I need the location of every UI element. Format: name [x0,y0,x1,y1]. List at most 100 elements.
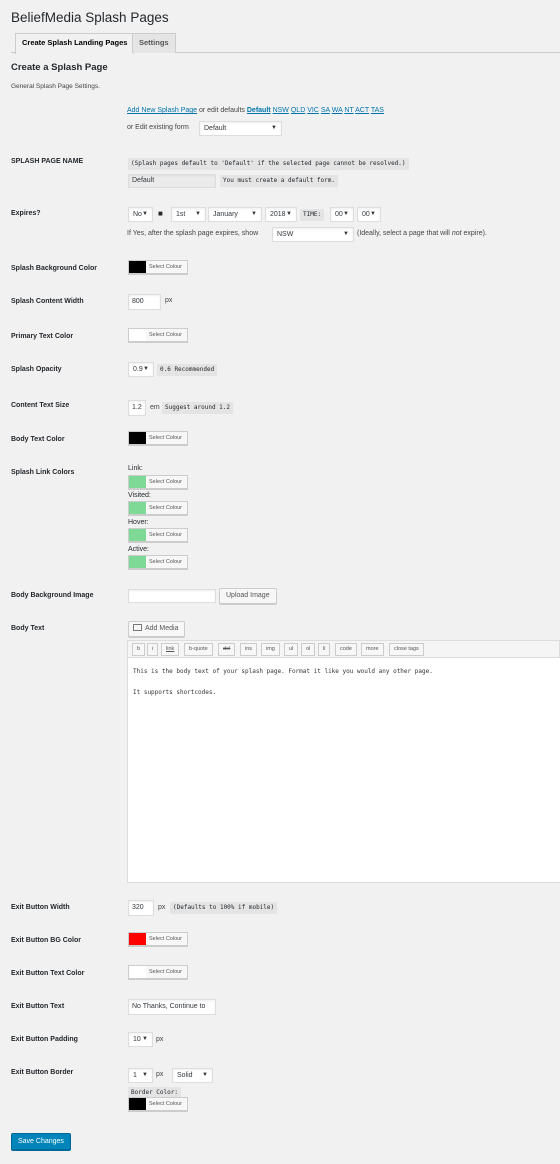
label-opacity: Splash Opacity [11,366,62,373]
color-swatch [129,933,146,945]
bg-color-picker[interactable]: Select Colour [128,260,188,274]
add-media-button[interactable]: Add Media [128,621,186,637]
color-swatch [129,432,146,444]
opacity-note: 0.6 Recommended [157,364,218,376]
border-style-select[interactable]: Solid ▼ [172,1068,213,1083]
label-exit-width: Exit Button Width [11,904,70,911]
color-swatch [129,556,146,568]
label-body-text-color: Body Text Color [11,436,65,443]
qt-close-tags[interactable]: close tags [389,643,424,656]
border-width-select[interactable]: 1 ▼ [128,1068,153,1083]
active-color-picker[interactable]: Select Colour [128,555,188,569]
exit-bg-color-picker[interactable]: Select Colour [128,932,188,946]
splash-name-input[interactable]: Default [128,174,216,188]
state-link-nt[interactable]: NT [344,107,353,114]
chevron-down-icon: ▼ [143,366,149,372]
separator-square-icon: ■ [158,209,163,218]
chevron-down-icon: ▼ [142,1036,148,1042]
chevron-down-icon: ▼ [251,211,257,217]
default-link[interactable]: Default [247,107,271,114]
save-changes-button[interactable]: Save Changes [11,1133,71,1150]
state-link-tas[interactable]: TAS [371,107,384,114]
chevron-down-icon: ▼ [142,211,148,217]
name-warning: You must create a default form. [220,175,338,187]
add-new-splash-link[interactable]: Add New Splash Page [127,107,197,114]
state-link-vic[interactable]: VIC [307,107,319,114]
expires-year-select[interactable]: 2018 ▼ [265,207,297,222]
link-color-picker[interactable]: Select Colour [128,475,188,489]
edit-existing-text: or Edit existing form [127,124,189,131]
name-note: (Splash pages default to 'Default' if th… [128,158,409,170]
label-exit-bg: Exit Button BG Color [11,937,81,944]
qt-blockquote[interactable]: b-quote [184,643,213,656]
state-link-wa[interactable]: WA [332,107,343,114]
qt-more[interactable]: more [361,643,384,656]
tab-create-splash-pages[interactable]: Create Splash Landing Pages [15,33,135,54]
state-link-nsw[interactable]: NSW [273,107,289,114]
upload-image-button[interactable]: Upload Image [219,588,277,604]
expires-after-select[interactable]: NSW ▼ [272,227,354,242]
label-bg-color: Splash Background Color [11,265,97,272]
chevron-down-icon: ▼ [202,1072,208,1078]
body-text-editor[interactable]: This is the body text of your splash pag… [127,657,560,883]
expires-day-select[interactable]: 1st ▼ [171,207,206,222]
exit-text-input[interactable]: No Thanks, Continue to [128,999,216,1015]
color-swatch [129,529,146,541]
qt-italic[interactable]: i [147,643,159,656]
content-width-input[interactable]: 800 [128,294,161,310]
app-title: BeliefMedia Splash Pages [11,10,169,25]
text-size-note: Suggest around 1.2 [162,402,234,414]
visited-color-picker[interactable]: Select Colour [128,501,188,515]
color-swatch [129,1098,146,1110]
time-label: TIME: [300,209,325,221]
label-exit-text: Exit Button Text [11,1003,65,1010]
exit-padding-select[interactable]: 10 ▼ [128,1032,153,1047]
expires-month-select[interactable]: January ▼ [208,207,262,222]
bg-image-input[interactable] [128,589,216,603]
border-width-unit: px [156,1071,164,1078]
qt-link[interactable]: link [161,643,180,656]
qt-ol[interactable]: ol [301,643,316,656]
expires-minute-select[interactable]: 00 ▼ [357,207,381,222]
qt-li[interactable]: li [318,643,331,656]
state-link-qld[interactable]: QLD [291,107,305,114]
chevron-down-icon: ▼ [286,211,292,217]
exit-width-input[interactable]: 320 [128,900,154,916]
tab-settings[interactable]: Settings [132,33,176,53]
qt-ins[interactable]: ins [240,643,258,656]
expires-hint: (Ideally, select a page that will not ex… [357,230,487,237]
border-color-picker[interactable]: Select Colour [128,1097,188,1111]
exit-width-unit: px [158,904,166,911]
visited-label: Visited: [128,492,151,499]
chevron-down-icon: ▼ [271,125,277,131]
expires-hour-select[interactable]: 00 ▼ [330,207,354,222]
existing-form-select[interactable]: Default ▼ [199,121,282,136]
qt-code[interactable]: code [335,643,357,656]
state-link-sa[interactable]: SA [321,107,330,114]
qt-del[interactable]: del [218,643,236,656]
hover-color-picker[interactable]: Select Colour [128,528,188,542]
page-heading: Create a Splash Page [11,62,108,73]
label-link-colors: Splash Link Colors [11,469,75,476]
label-exit-text-color: Exit Button Text Color [11,970,85,977]
state-link-act[interactable]: ACT [355,107,369,114]
expires-select[interactable]: No ▼ [128,207,153,222]
editor-paragraph: It supports shortcodes. [133,689,217,696]
qt-ul[interactable]: ul [284,643,299,656]
label-content-width: Splash Content Width [11,298,84,305]
exit-text-color-picker[interactable]: Select Colour [128,965,188,979]
chevron-down-icon: ▼ [370,211,376,217]
label-expires: Expires? [11,210,41,217]
content-width-unit: px [165,297,173,304]
chevron-down-icon: ▼ [195,211,201,217]
primary-text-color-picker[interactable]: Select Colour [128,328,188,342]
qt-img[interactable]: img [261,643,280,656]
opacity-select[interactable]: 0.9 ▼ [128,362,154,377]
qt-bold[interactable]: b [132,643,146,656]
color-swatch [129,966,146,978]
active-label: Active: [128,546,150,553]
body-text-color-picker[interactable]: Select Colour [128,431,188,445]
color-swatch [129,502,146,514]
exit-width-note: (Defaults to 100% if mobile) [170,902,278,914]
text-size-input[interactable]: 1.2 [128,400,146,416]
